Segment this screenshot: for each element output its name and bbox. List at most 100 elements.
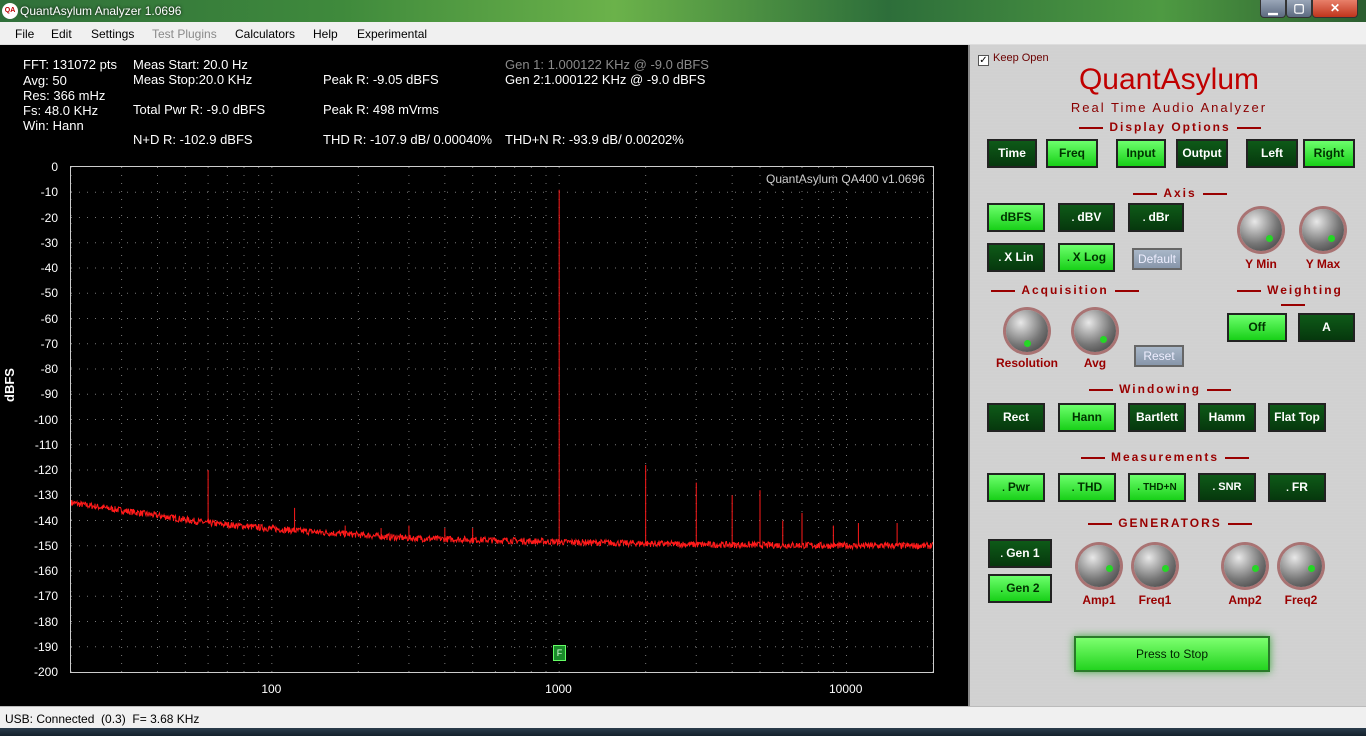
default-button[interactable]: Default xyxy=(1132,248,1182,270)
right-channel-button[interactable]: Right xyxy=(1303,139,1355,168)
thd-readout: THD R: -107.9 dB/ 0.00040% xyxy=(323,132,493,147)
dbr-label: dBr xyxy=(1148,210,1170,224)
fr-label: FR xyxy=(1291,480,1308,494)
resolution-indicator xyxy=(1024,340,1031,347)
output-button[interactable]: Output xyxy=(1176,139,1228,168)
dbv-button[interactable]: . dBV xyxy=(1058,203,1115,232)
bartlett-window-button[interactable]: Bartlett xyxy=(1128,403,1186,432)
gen1-label: Gen 1 xyxy=(1006,546,1040,560)
menu-bar: File Edit Settings Test Plugins Calculat… xyxy=(0,22,1366,45)
freq1-knob[interactable] xyxy=(1134,545,1176,587)
thd-dot: . xyxy=(1071,483,1075,494)
minimize-button[interactable]: ▁ xyxy=(1260,0,1286,18)
gen2-readout: Gen 2:1.000122 KHz @ -9.0 dBFS xyxy=(505,72,706,87)
y-tick-label: -10 xyxy=(40,185,58,200)
y-tick-label: -20 xyxy=(40,210,58,225)
freq1-indicator xyxy=(1162,565,1169,572)
y-axis-label: dBFS xyxy=(2,368,17,402)
section-weighting-label: Weighting xyxy=(1267,283,1343,297)
freq-button[interactable]: Freq xyxy=(1046,139,1098,168)
snr-button[interactable]: . SNR xyxy=(1198,473,1256,502)
avg-label: Avg xyxy=(1083,356,1107,370)
fr-dot: . xyxy=(1286,483,1289,494)
pwr-button[interactable]: . Pwr xyxy=(987,473,1045,502)
menu-calculators[interactable]: Calculators xyxy=(235,27,295,41)
maximize-button[interactable]: ▢ xyxy=(1286,0,1312,18)
section-generators-label: GENERATORS xyxy=(1118,516,1222,530)
avg-knob[interactable] xyxy=(1074,310,1116,352)
y-tick-label: -190 xyxy=(33,639,58,654)
menu-experimental[interactable]: Experimental xyxy=(357,27,427,41)
dbr-dot: . xyxy=(1142,213,1146,224)
y-tick-label: -100 xyxy=(33,412,58,427)
menu-help[interactable]: Help xyxy=(313,27,338,41)
title-bar: QA QuantAsylum Analyzer 1.0696 ▁ ▢ ✕ xyxy=(0,0,1366,22)
freq2-indicator xyxy=(1308,565,1315,572)
thdn-button[interactable]: . THD+N xyxy=(1128,473,1186,502)
y-tick-label: -180 xyxy=(33,614,58,629)
fr-button[interactable]: . FR xyxy=(1268,473,1326,502)
x-log-button[interactable]: .X Log xyxy=(1058,243,1115,272)
spectrum-plot[interactable] xyxy=(70,166,934,673)
press-to-stop-button[interactable]: Press to Stop xyxy=(1074,636,1270,672)
amp1-indicator xyxy=(1106,565,1113,572)
frequency-marker[interactable]: F xyxy=(553,645,566,661)
amp1-knob[interactable] xyxy=(1078,545,1120,587)
hamm-window-button[interactable]: Hamm xyxy=(1198,403,1256,432)
status-bar: USB: Connected (0.3) F= 3.68 KHz xyxy=(0,706,1366,728)
left-channel-button[interactable]: Left xyxy=(1246,139,1298,168)
thd-button[interactable]: . THD xyxy=(1058,473,1116,502)
close-button[interactable]: ✕ xyxy=(1312,0,1358,18)
thdn-label: THD+N xyxy=(1143,482,1177,493)
freq1-label: Freq1 xyxy=(1138,593,1172,607)
section-generators: GENERATORS xyxy=(1025,516,1315,530)
menu-test-plugins[interactable]: Test Plugins xyxy=(152,27,217,41)
menu-edit[interactable]: Edit xyxy=(51,27,72,41)
menu-file[interactable]: File xyxy=(15,27,34,41)
section-display-label: Display Options xyxy=(1109,120,1231,134)
x-tick-label: 1000 xyxy=(545,682,572,696)
snr-label: SNR xyxy=(1218,481,1242,493)
y-tick-label: 0 xyxy=(51,160,58,174)
gen1-dot: . xyxy=(1000,549,1004,560)
y-min-knob[interactable] xyxy=(1240,209,1282,251)
avg-readout: Avg: 50 xyxy=(23,73,67,88)
y-max-knob[interactable] xyxy=(1302,209,1344,251)
hann-window-button[interactable]: Hann xyxy=(1058,403,1116,432)
gen1-readout: Gen 1: 1.000122 KHz @ -9.0 dBFS xyxy=(505,57,709,72)
weighting-off-button[interactable]: Off xyxy=(1227,313,1287,342)
dbfs-button[interactable]: dBFS xyxy=(987,203,1045,232)
analyzer-window: QA QuantAsylum Analyzer 1.0696 ▁ ▢ ✕ Fil… xyxy=(0,0,1366,736)
section-measurements: Measurements xyxy=(1050,450,1280,464)
gen2-button[interactable]: . Gen 2 xyxy=(988,574,1052,603)
app-icon: QA xyxy=(2,3,18,19)
os-taskbar xyxy=(0,728,1366,736)
menu-settings[interactable]: Settings xyxy=(91,27,134,41)
win-readout: Win: Hann xyxy=(23,118,84,133)
x-lin-button[interactable]: .X Lin xyxy=(987,243,1045,272)
flattop-window-button[interactable]: Flat Top xyxy=(1268,403,1326,432)
y-tick-label: -140 xyxy=(33,513,58,528)
weighting-a-button[interactable]: A xyxy=(1298,313,1355,342)
fs-readout: Fs: 48.0 KHz xyxy=(23,103,99,118)
reset-button[interactable]: Reset xyxy=(1134,345,1184,367)
section-weighting: Weighting xyxy=(1228,283,1358,311)
rect-window-button[interactable]: Rect xyxy=(987,403,1045,432)
pwr-label: Pwr xyxy=(1007,480,1030,494)
dbr-button[interactable]: . dBr xyxy=(1128,203,1184,232)
y-tick-label: -120 xyxy=(33,463,58,477)
x-lin-label: X Lin xyxy=(1004,250,1034,264)
gen2-dot: . xyxy=(1000,584,1004,595)
freq2-knob[interactable] xyxy=(1280,545,1322,587)
time-button[interactable]: Time xyxy=(987,139,1037,168)
y-min-label: Y Min xyxy=(1245,257,1277,271)
y-min-indicator xyxy=(1266,235,1273,242)
gen1-button[interactable]: . Gen 1 xyxy=(988,539,1052,568)
amp2-knob[interactable] xyxy=(1224,545,1266,587)
window-title: QuantAsylum Analyzer 1.0696 xyxy=(20,4,182,18)
x-tick-label: 10000 xyxy=(829,682,863,696)
resolution-knob[interactable] xyxy=(1006,310,1048,352)
y-tick-label: -60 xyxy=(40,311,58,326)
y-max-indicator xyxy=(1328,235,1335,242)
input-button[interactable]: Input xyxy=(1116,139,1166,168)
